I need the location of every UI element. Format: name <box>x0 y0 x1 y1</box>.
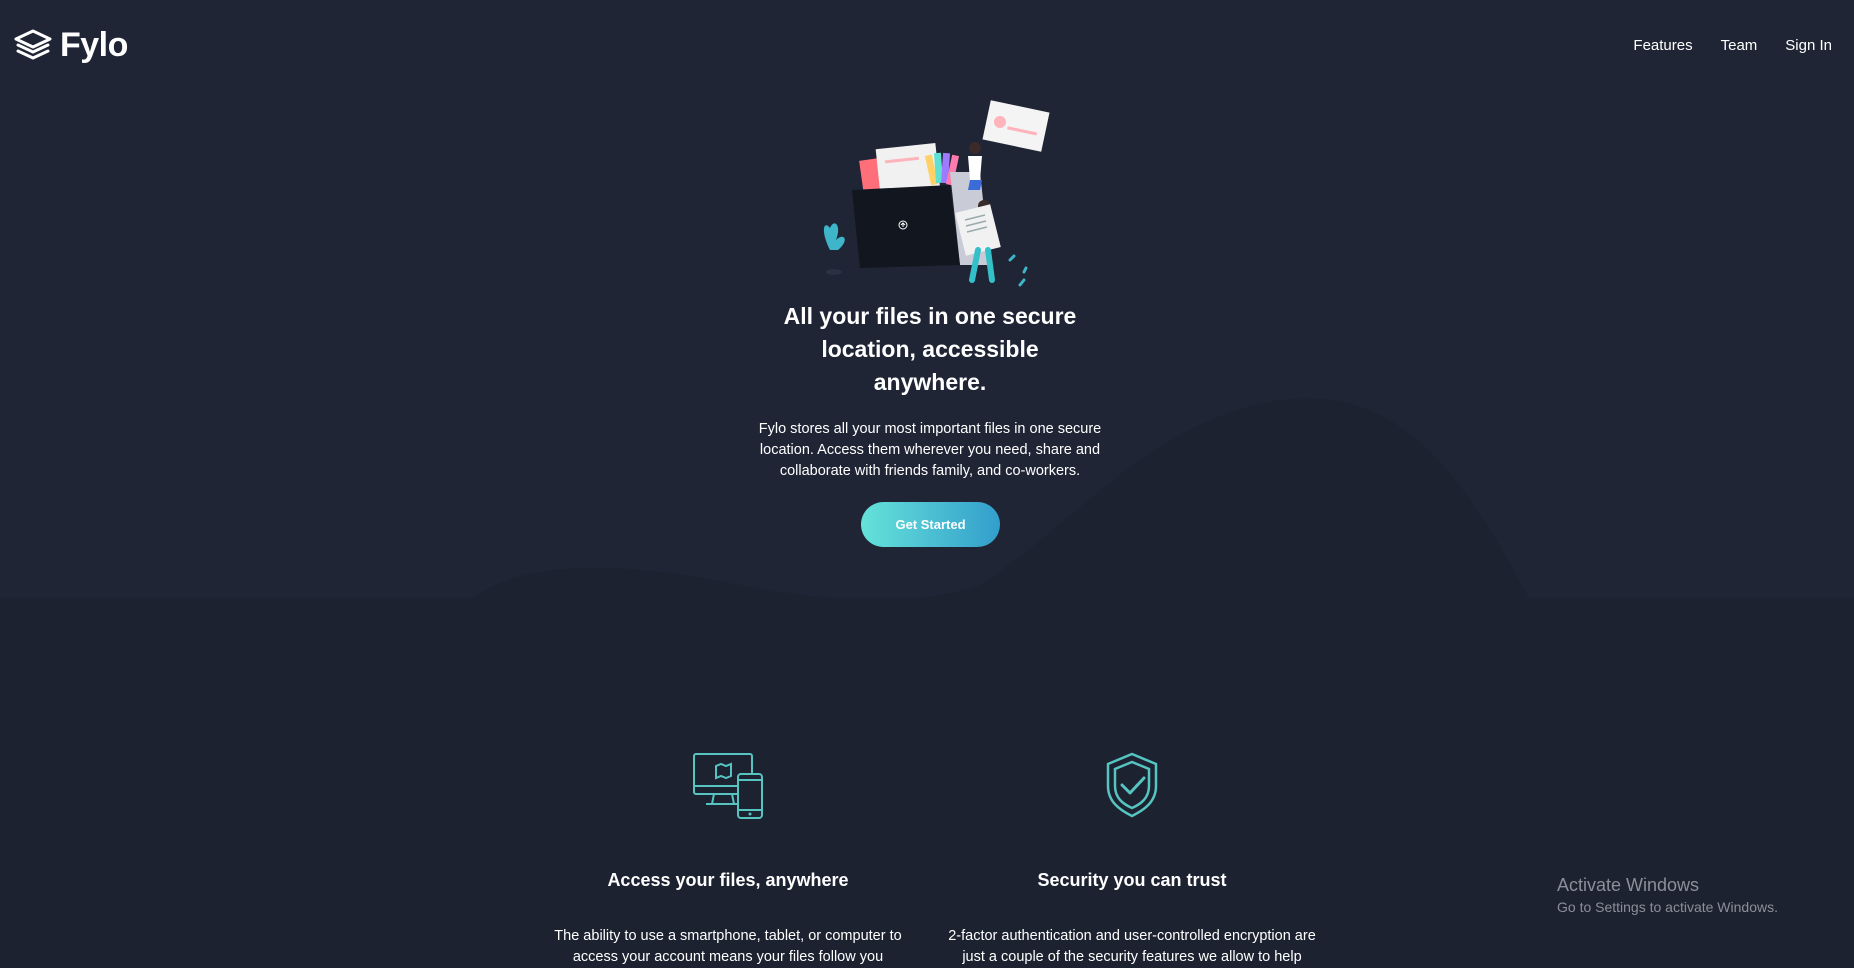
feature-title: Security you can trust <box>1037 870 1227 890</box>
hero-description-line-2: location. Access them wherever you need,… <box>759 442 1101 458</box>
feature-description: 2-factor authentication and user-control… <box>942 926 1322 968</box>
site-header: Fylo Features Team Sign In <box>0 0 1854 90</box>
main-nav: Features Team Sign In <box>1633 36 1832 56</box>
feature-description: The ability to use a smartphone, tablet,… <box>538 926 918 968</box>
feature-description-line-1: 2-factor authentication and user-control… <box>948 928 1316 944</box>
nav-link-team[interactable]: Team <box>1721 36 1758 56</box>
hero-headline-line-3: anywhere. <box>873 369 987 395</box>
brand-name: Fylo <box>60 26 128 64</box>
hero-description-line-3: collaborate with friends family, and co-… <box>779 463 1081 479</box>
feature-description-line-2: access your account means your files fol… <box>572 949 884 965</box>
feature-title: Access your files, anywhere <box>607 870 849 890</box>
get-started-button[interactable]: Get Started <box>861 502 1000 547</box>
feature-icon-wrap <box>538 752 918 822</box>
layers-logo-icon <box>14 29 52 60</box>
brand-logo[interactable]: Fylo <box>14 26 128 64</box>
shield-check-icon <box>1106 752 1158 818</box>
hero-illustration <box>823 100 1050 287</box>
nav-link-sign-in[interactable]: Sign In <box>1785 36 1832 56</box>
watermark-title: Activate Windows <box>1557 875 1700 895</box>
feature-description-line-1: The ability to use a smartphone, tablet,… <box>554 928 902 944</box>
devices-icon <box>693 753 763 819</box>
hero-headline-line-2: location, accessible <box>821 336 1039 362</box>
hero-description-line-1: Fylo stores all your most important file… <box>758 421 1102 437</box>
nav-link-features[interactable]: Features <box>1633 36 1692 56</box>
watermark-subtitle: Go to Settings to activate Windows. <box>1557 899 1778 915</box>
hero-headline: All your files in one secure location, a… <box>777 300 1083 399</box>
feature-description-line-2: just a couple of the security features w… <box>962 949 1302 965</box>
feature-icon-wrap <box>942 752 1322 822</box>
hero-headline-line-1: All your files in one secure <box>783 303 1077 329</box>
activate-windows-watermark: Activate Windows Go to Settings to activ… <box>1557 874 1778 916</box>
hero-description: Fylo stores all your most important file… <box>752 419 1108 482</box>
